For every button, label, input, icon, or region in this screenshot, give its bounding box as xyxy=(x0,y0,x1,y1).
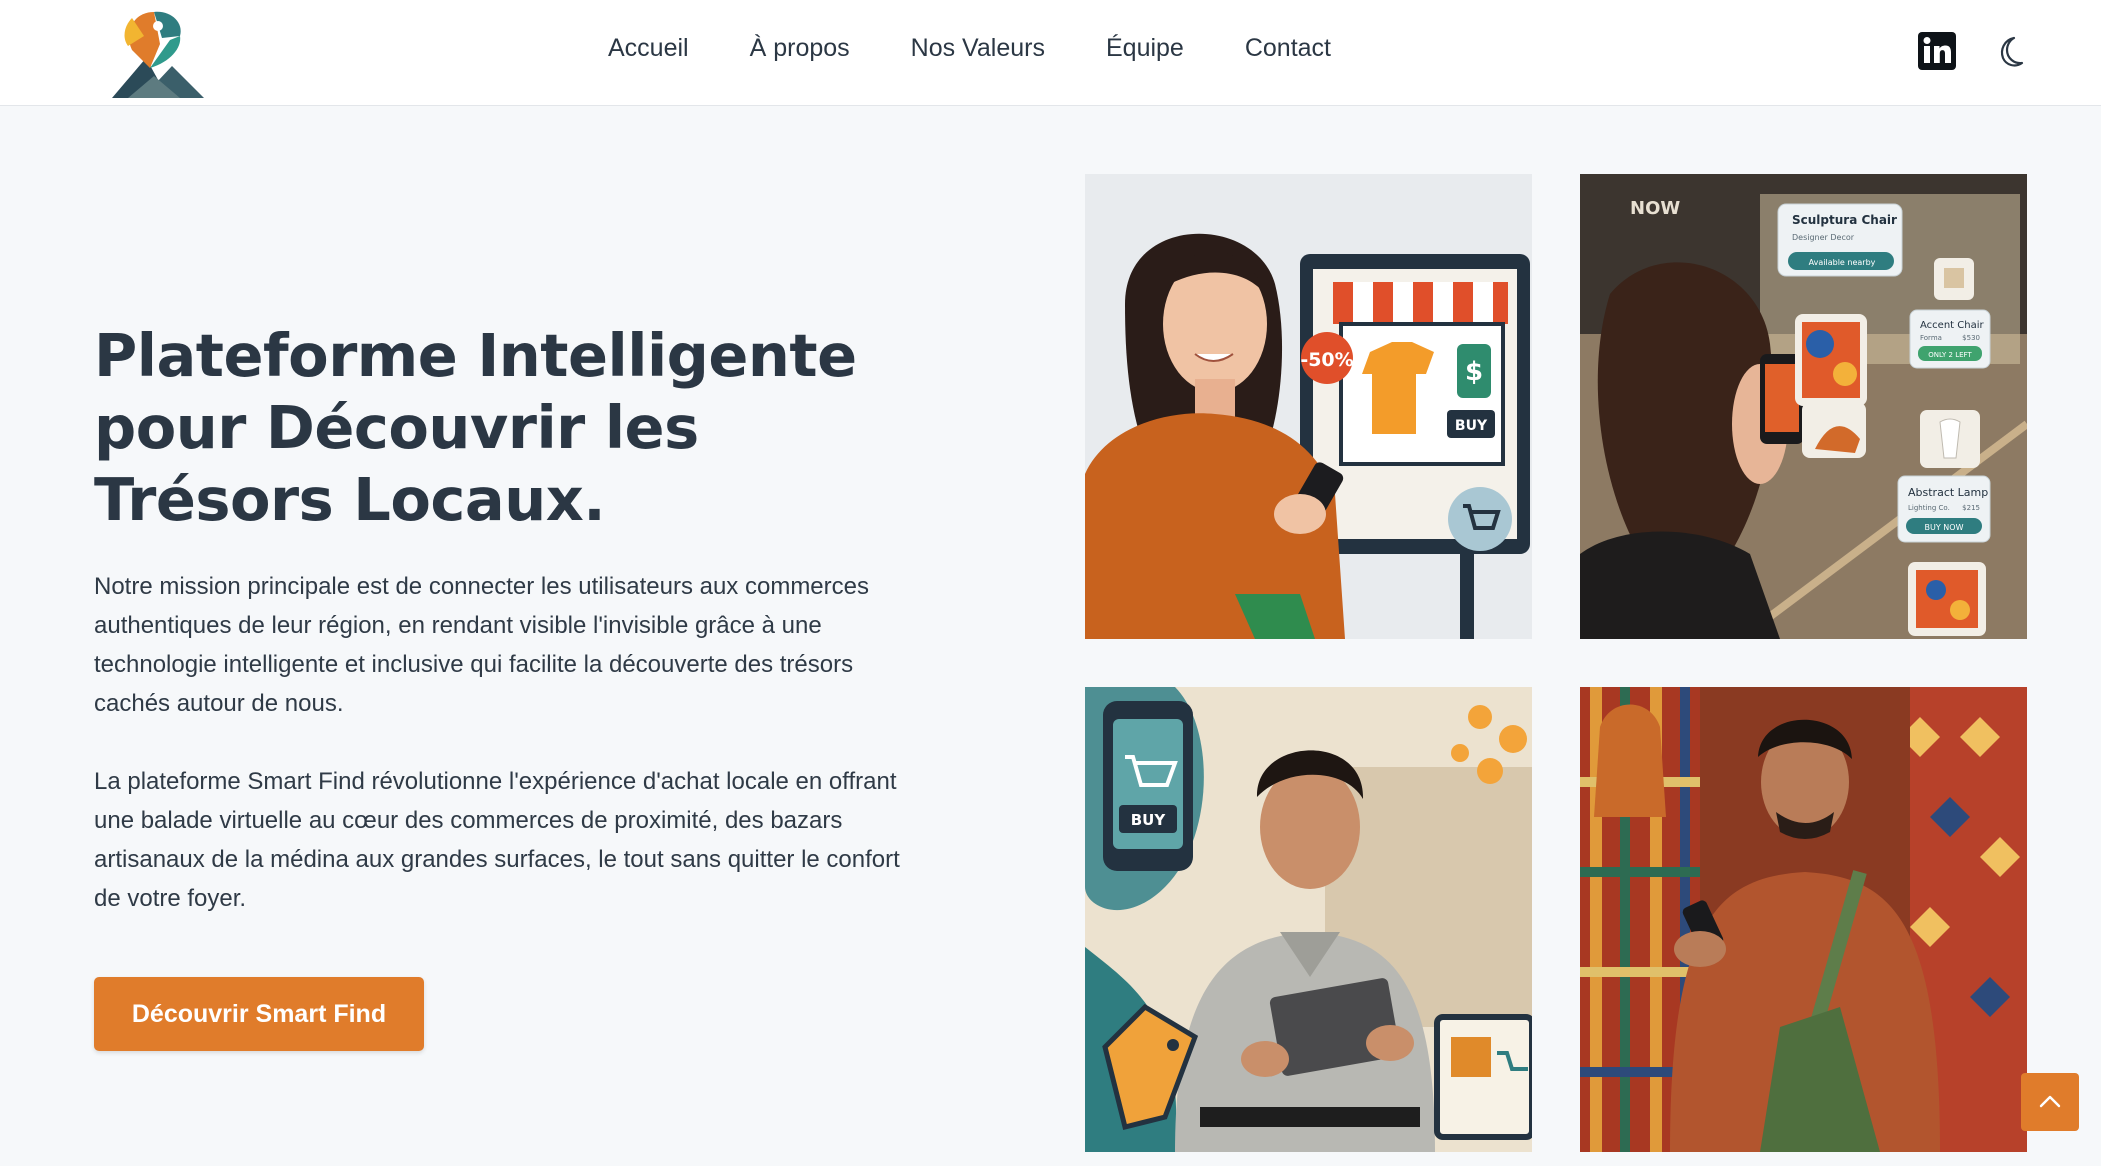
ar-card3-badge: BUY NOW xyxy=(1925,523,1964,532)
ar-card1-title: Sculptura Chair xyxy=(1792,213,1897,227)
hero-paragraph-platform: La plateforme Smart Find révolutionne l'… xyxy=(94,768,900,912)
gallery-image-online-shopping: $ BUY -50% xyxy=(1085,174,1532,639)
gallery-image-tablet-shopping: BUY xyxy=(1085,687,1532,1152)
moon-icon[interactable] xyxy=(1990,32,2030,72)
linkedin-icon[interactable] xyxy=(1918,32,1956,70)
ar-card3-title: Abstract Lamp xyxy=(1908,486,1988,499)
nav-equipe[interactable]: Équipe xyxy=(1106,34,1184,63)
gallery-image-ar-mall: NOW Sculptura Chair Designer Decor Avail… xyxy=(1580,174,2027,639)
hero-paragraph-mission: Notre mission principale est de connecte… xyxy=(94,573,869,717)
smart-find-logo-icon[interactable] xyxy=(110,6,206,98)
hero-title: Plateforme Intelligente pour Découvrir l… xyxy=(94,321,857,534)
buy-tag-text: BUY xyxy=(1455,418,1488,434)
chevron-up-icon xyxy=(2039,1095,2061,1108)
nav-nos-valeurs[interactable]: Nos Valeurs xyxy=(911,34,1045,63)
ar-card3-sub: Lighting Co. xyxy=(1908,504,1950,512)
ar-card1-badge: Available nearby xyxy=(1809,258,1876,267)
ar-card1-sub: Designer Decor xyxy=(1792,233,1855,242)
price-tag-text: $ xyxy=(1465,357,1483,387)
gallery-image-souk xyxy=(1580,687,2027,1152)
main-nav: Accueil À propos Nos Valeurs Équipe Cont… xyxy=(608,34,1392,63)
scroll-to-top-button[interactable] xyxy=(2021,1073,2079,1131)
nav-a-propos[interactable]: À propos xyxy=(750,34,850,63)
ar-card3-price: $215 xyxy=(1962,504,1980,512)
ar-card2-price: $530 xyxy=(1962,334,1980,342)
discover-smart-find-button[interactable]: Découvrir Smart Find xyxy=(94,977,424,1051)
store-sign-text: NOW xyxy=(1630,198,1680,219)
ar-card2-title: Accent Chair xyxy=(1920,320,1984,331)
ar-card2-sub: Forma xyxy=(1920,334,1942,342)
ar-card2-badge: ONLY 2 LEFT xyxy=(1928,351,1972,359)
nav-contact[interactable]: Contact xyxy=(1245,34,1331,63)
illustrated-buy-text: BUY xyxy=(1131,811,1167,829)
site-header: Accueil À propos Nos Valeurs Équipe Cont… xyxy=(0,0,2101,106)
nav-accueil[interactable]: Accueil xyxy=(608,34,689,63)
discount-badge-text: -50% xyxy=(1300,349,1353,371)
